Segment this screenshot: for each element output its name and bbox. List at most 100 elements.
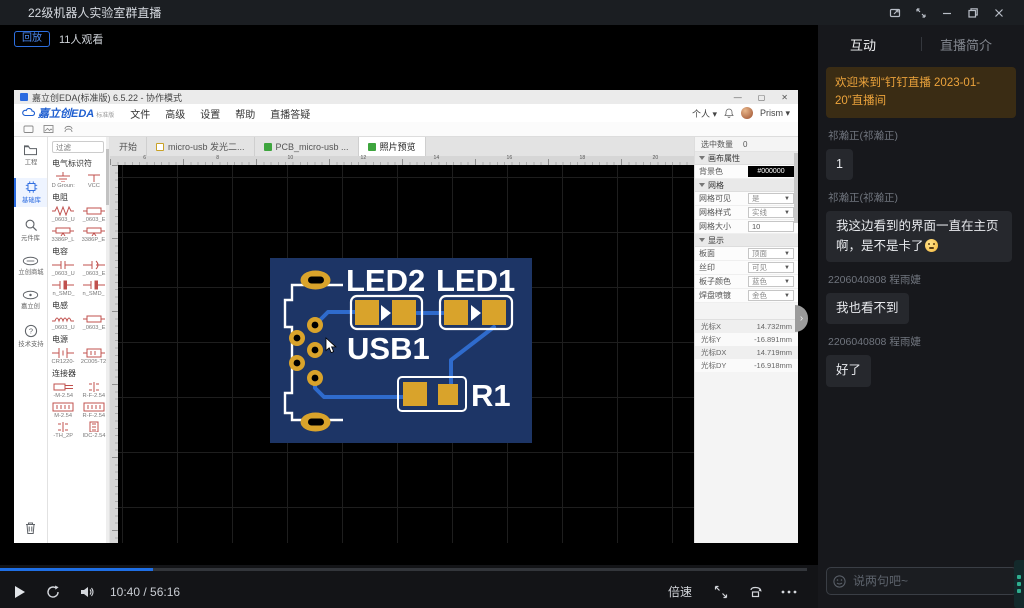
jlc-logo-icon	[22, 290, 39, 300]
silkscreen-select: 可见▼	[748, 262, 794, 273]
close-icon[interactable]	[986, 3, 1012, 23]
tab-photo-preview: 照片预览	[359, 137, 426, 156]
volume-icon[interactable]	[72, 579, 102, 605]
library-item: _0603_E	[79, 204, 110, 224]
connector-glyph	[82, 421, 106, 432]
search-icon	[24, 218, 38, 232]
app-titlebar: 22级机器人实验室群直播	[0, 0, 1024, 25]
library-item: VCC	[79, 170, 110, 190]
chat-message-list[interactable]: 欢迎来到“钉钉直播 2023-01-20”直播间 祁瀚正(祁瀚正) 1 祁瀚正(…	[818, 63, 1024, 562]
section-canvas-props: 画布属性	[695, 152, 798, 165]
library-item: -TH_2P	[48, 420, 79, 440]
eda-properties-panel: 选中数量0 画布属性 背景色 #000000 网格 网格可见 是▼ 网格样式 实…	[694, 137, 798, 543]
eda-menubar: 嘉立创EDA 标准版 文件 高级 设置 帮助 直播答疑 个人 ▾ Prism ▾	[14, 104, 798, 122]
bg-color-swatch: #000000	[748, 166, 794, 177]
avatar	[741, 107, 753, 119]
tab-divider	[921, 37, 922, 51]
tab-live-intro[interactable]: 直播简介	[940, 35, 992, 54]
eda-basic-library: 电气标识符 D Groun: VCC 电阻 _0603_U _0603_E 33…	[48, 137, 110, 543]
library-item: -M-2.54	[48, 380, 79, 400]
grid-visible-select: 是▼	[748, 193, 794, 204]
prop-row-board-color: 板子颜色 蓝色▼	[695, 275, 798, 289]
progress-bar[interactable]	[0, 568, 807, 571]
time-display: 10:40 / 56:16	[110, 585, 180, 599]
chat-input-row: 0	[818, 562, 1024, 608]
library-item: CR1220-	[48, 346, 79, 366]
eda-icon-rail: 工程 基础库 元件库 立创商城 嘉立创	[14, 137, 48, 543]
dingtalk-live-window: 22级机器人实验室群直播 回放 11人观看 嘉立创EDA(标准版) 6.5.22…	[0, 0, 1024, 608]
prop-row-bg-color: 背景色 #000000	[695, 165, 798, 179]
properties-scrollbar	[794, 153, 798, 223]
connector-glyph	[82, 381, 106, 392]
selection-count: 选中数量0	[695, 137, 798, 152]
minimize-icon[interactable]	[934, 3, 960, 23]
chat-tabs: 互动 直播简介	[818, 25, 1024, 63]
message-bubble: 我也看不到	[826, 293, 909, 324]
library-item: _0603_E	[79, 258, 110, 278]
connector-glyph	[51, 381, 75, 392]
potentiometer-glyph	[51, 225, 75, 236]
menu-settings: 设置	[200, 106, 220, 121]
library-icon	[63, 124, 74, 134]
tab-schematic: micro-usb 发光二...	[147, 137, 255, 156]
section-display: 显示	[695, 234, 798, 247]
message-bubble: 好了	[826, 355, 871, 386]
vcc-glyph	[82, 171, 106, 182]
library-scrollbar	[106, 137, 109, 543]
fullscreen-icon[interactable]	[908, 3, 934, 23]
video-player-bar: 10:40 / 56:16 倍速	[0, 565, 818, 608]
prop-row-pad-plating: 焊盘喷镀 金色▼	[695, 289, 798, 303]
rail-item-base-library: 基础库	[14, 178, 47, 207]
message-sender: 2206040808 程雨婕	[828, 272, 1014, 287]
capacitor-glyph	[82, 259, 106, 270]
eda-app-icon	[20, 93, 28, 101]
popout-icon[interactable]	[882, 3, 908, 23]
more-options-icon[interactable]	[774, 579, 804, 605]
refresh-icon[interactable]	[38, 579, 68, 605]
mirror-cast-icon[interactable]	[740, 579, 770, 605]
battery-glyph	[51, 347, 75, 358]
account-personal: 个人 ▾	[692, 107, 717, 120]
message-bubble: 我这边看到的界面一直在主页啊，是不是卡了	[826, 211, 1012, 262]
eda-account-area: 个人 ▾ Prism ▾	[692, 107, 790, 120]
player-right-controls: 倍速	[668, 579, 804, 605]
playback-speed-button[interactable]: 倍速	[668, 583, 692, 600]
export-image-icon	[43, 124, 54, 134]
library-section-title: 电气标识符	[48, 156, 109, 170]
library-item: 2C005-T2	[79, 346, 110, 366]
tab-interaction[interactable]: 互动	[850, 35, 876, 54]
eda-brand: 嘉立创EDA 标准版	[22, 105, 114, 121]
eda-brand-text: 嘉立创EDA	[38, 105, 94, 121]
lcsc-logo-icon	[22, 256, 39, 266]
board-side-select: 顶面▼	[748, 248, 794, 259]
eda-brand-badge: 标准版	[96, 110, 114, 119]
fullscreen-expand-icon[interactable]	[706, 579, 736, 605]
library-item: R-F-2.54	[79, 400, 110, 420]
library-item: n_SMD_	[79, 278, 110, 298]
account-name: Prism ▾	[760, 108, 790, 119]
potentiometer-glyph	[82, 225, 106, 236]
schematic-doc-icon	[156, 143, 164, 151]
bell-icon	[724, 108, 734, 118]
cloud-icon	[22, 108, 36, 117]
new-project-icon	[23, 124, 34, 134]
library-section-title: 电阻	[48, 190, 109, 204]
play-button[interactable]	[4, 579, 34, 605]
menu-advanced: 高级	[165, 106, 185, 121]
replay-badge: 回放	[14, 31, 50, 47]
chat-input[interactable]	[826, 567, 1017, 595]
library-filter-input	[52, 141, 104, 153]
emoji-picker-icon[interactable]	[833, 575, 846, 588]
library-section-title: 电感	[48, 298, 109, 312]
library-item: M-2.54	[48, 400, 79, 420]
connector-glyph	[51, 421, 75, 432]
side-widget-handle[interactable]	[1014, 560, 1024, 608]
restore-icon[interactable]	[960, 3, 986, 23]
ref-led2: LED2	[346, 263, 425, 298]
mouse-cursor	[325, 337, 337, 354]
pcb-doc-icon	[264, 143, 272, 151]
capacitor-glyph	[82, 279, 106, 290]
battery-holder-glyph	[82, 347, 106, 358]
eda-menus: 文件 高级 设置 帮助 直播答疑	[130, 106, 310, 121]
panel-collapse-chevron-icon: ›	[795, 305, 808, 332]
